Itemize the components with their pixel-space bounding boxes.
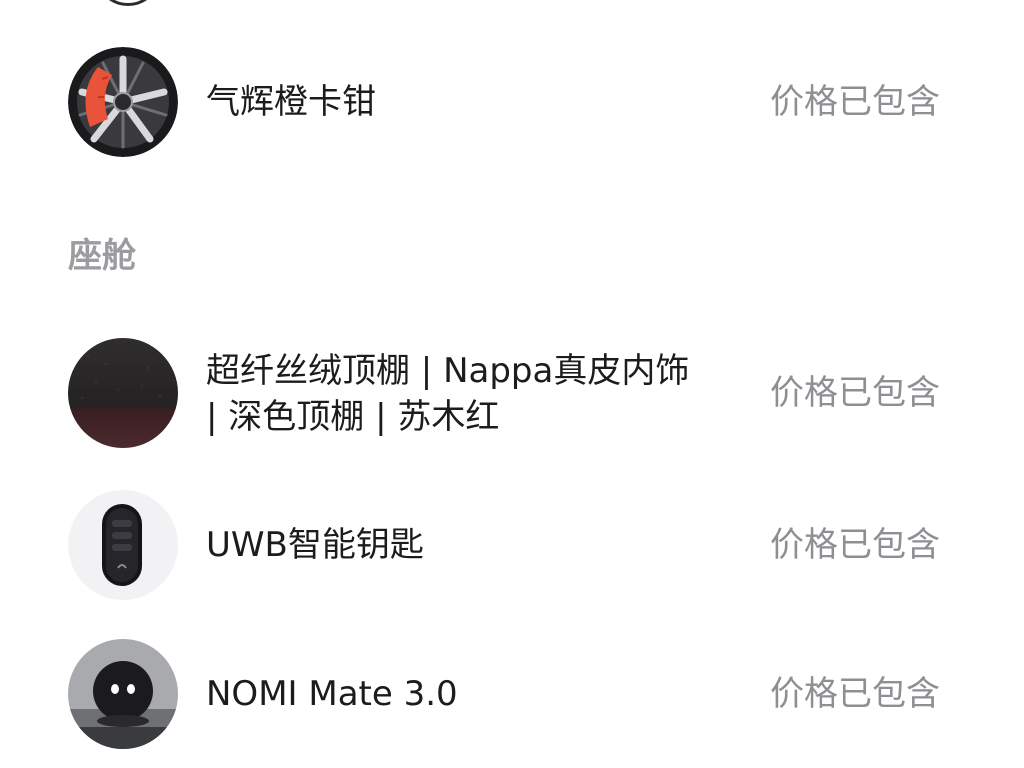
nomi-thumbnail: [68, 639, 178, 749]
option-name: 气辉橙卡钳: [206, 82, 376, 122]
orange-brake-caliper-icon: [68, 47, 178, 157]
section-title-cabin: 座舱: [68, 236, 136, 276]
smart-key-thumbnail: [68, 490, 178, 600]
option-name: UWB智能钥匙: [206, 525, 424, 565]
option-price-status: 价格已包含: [770, 674, 940, 714]
options-list-page: 气辉橙卡钳 价格已包含 座舱 超纤丝绒顶棚 | Nappa真皮内饰 | 深色顶棚…: [0, 0, 1024, 768]
option-name: NOMI Mate 3.0: [206, 674, 458, 714]
nomi-robot-icon: [68, 639, 178, 749]
smart-key-icon: [68, 490, 178, 600]
interior-thumbnail: [68, 338, 178, 448]
caliper-thumbnail: [68, 47, 178, 157]
interior-material-swatch-icon: [68, 338, 178, 448]
option-price-status: 价格已包含: [770, 525, 940, 565]
option-price-status: 价格已包含: [770, 82, 940, 122]
option-name: 超纤丝绒顶棚 | Nappa真皮内饰 | 深色顶棚 | 苏木红: [206, 351, 690, 437]
previous-item-thumbnail: [95, 0, 161, 6]
option-price-status: 价格已包含: [770, 373, 940, 413]
